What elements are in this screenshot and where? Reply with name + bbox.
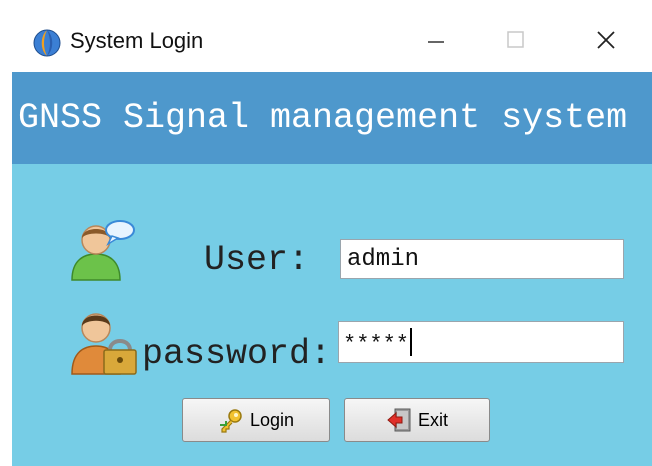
banner-title: GNSS Signal management system [18,98,628,138]
app-globe-icon [33,29,61,57]
window-edge [0,0,12,466]
maximize-icon [507,31,524,48]
title-bar[interactable]: System Login [12,0,652,72]
username-value: admin [347,246,420,273]
user-lock-icon [71,313,137,375]
password-label: password: [142,334,332,374]
exit-door-icon [387,408,411,432]
user-label: User: [204,240,310,280]
user-chat-icon [71,220,135,281]
close-button[interactable] [582,20,630,60]
login-window: System Login GNSS Signal management syst… [0,0,652,466]
text-caret [410,328,413,356]
password-value: ***** [343,332,410,357]
login-button[interactable]: Login [182,398,330,442]
header-banner: GNSS Signal management system [12,72,652,164]
login-button-label: Login [249,409,295,430]
minimize-icon [428,41,444,43]
close-icon [597,31,615,49]
window-title: System Login [70,28,204,53]
minimize-button[interactable] [412,20,460,60]
maximize-button[interactable] [492,20,540,60]
username-input[interactable]: admin [340,239,624,279]
password-input[interactable]: ***** [338,321,624,363]
exit-button[interactable]: Exit [344,398,490,442]
exit-button-label: Exit [417,409,448,430]
key-icon [219,409,242,433]
